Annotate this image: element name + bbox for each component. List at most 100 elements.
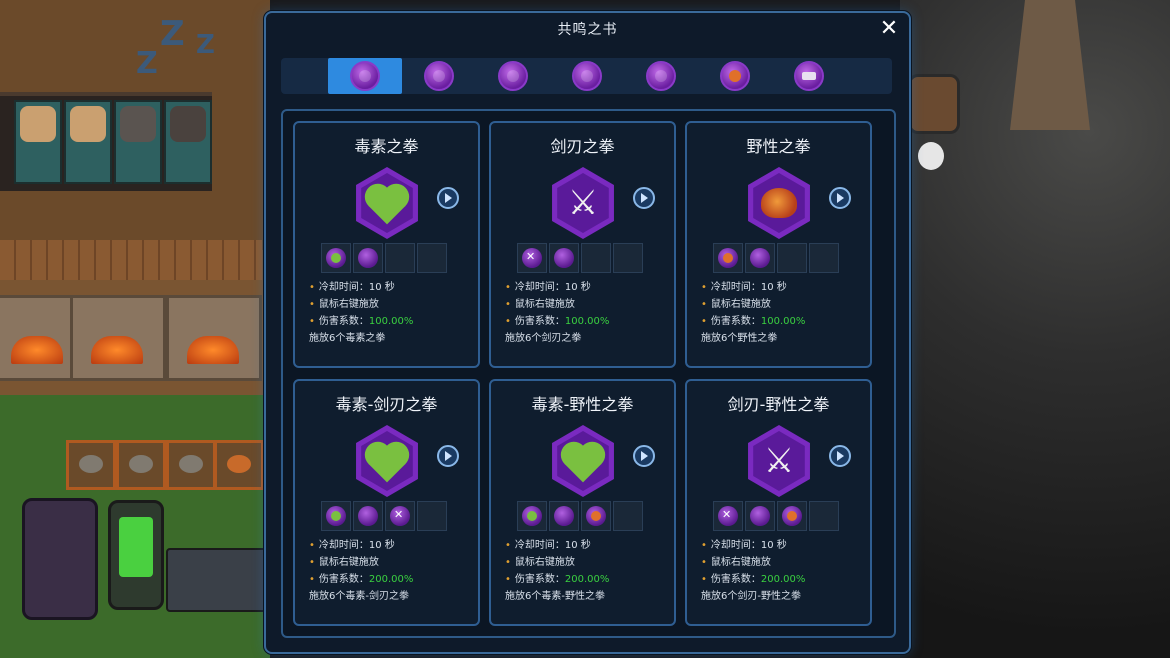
combo-slot (549, 243, 579, 273)
farm-plot[interactable] (66, 440, 116, 490)
cow-pen-slot[interactable] (164, 100, 212, 184)
damage-line: 伤害系数：100.00% (309, 313, 414, 330)
skill-card-title: 野性之拳 (746, 137, 811, 156)
skill-card-toxin-blade-fist[interactable]: 毒素-剑刃之拳 冷却时间：10 秒 鼠标右键施放 伤害系数：200.00% 施放… (293, 379, 480, 626)
purple-orb-icon (498, 61, 528, 91)
skill-card-blade-fist[interactable]: 剑刃之拳 ⚔ 冷却时间：10 秒 鼠标右键施放 伤害系数：100.00% 施放6… (489, 121, 676, 368)
close-icon[interactable]: ✕ (877, 17, 901, 41)
sleep-zzz-icon: Z (196, 30, 215, 60)
cow-pen-slot[interactable] (14, 100, 62, 184)
tab-resonance-2[interactable] (402, 58, 476, 94)
farm-plot[interactable] (166, 440, 216, 490)
skill-card-blade-wild-fist[interactable]: 剑刃-野性之拳 ⚔ 冷却时间：10 秒 鼠标右键施放 伤害系数：200.00% … (685, 379, 872, 626)
heart-emblem-icon (552, 425, 614, 497)
wild-orb-icon (586, 506, 606, 526)
combo-slot (713, 243, 743, 273)
cooldown-text: 冷却时间：10 秒 (309, 537, 413, 554)
panel-title: 共鸣之书 (557, 22, 618, 38)
damage-value: 200.00% (760, 574, 806, 585)
play-icon[interactable] (437, 445, 459, 467)
purple-orb-icon (572, 61, 602, 91)
blade-orb-icon (718, 506, 738, 526)
combo-slot (745, 243, 775, 273)
cooldown-text: 冷却时间：10 秒 (701, 537, 805, 554)
damage-label: 伤害系数： (318, 316, 369, 327)
combo-slots (517, 243, 643, 273)
workbench[interactable] (166, 548, 270, 612)
combo-slots (713, 501, 839, 531)
skill-info: 冷却时间：10 秒 鼠标右键施放 伤害系数：200.00% 施放6个毒素-野性之… (505, 537, 609, 605)
skill-card-title: 毒素-野性之拳 (531, 395, 634, 414)
combo-slots (713, 243, 839, 273)
damage-value: 100.00% (564, 316, 610, 327)
skill-card-toxin-fist[interactable]: 毒素之拳 冷却时间：10 秒 鼠标右键施放 伤害系数：100.00% 施放6个毒… (293, 121, 480, 368)
cow-pen-slot[interactable] (64, 100, 112, 184)
farm-plot[interactable] (214, 440, 264, 490)
action-text: 鼠标右键施放 (505, 296, 609, 313)
cast-text: 施放6个毒素-剑刃之拳 (309, 591, 409, 602)
combo-slot (385, 501, 415, 531)
skill-info: 冷却时间：10 秒 鼠标右键施放 伤害系数：100.00% 施放6个野性之拳 (701, 279, 805, 347)
skill-info: 冷却时间：10 秒 鼠标右键施放 伤害系数：100.00% 施放6个剑刃之拳 (505, 279, 609, 347)
panel-titlebar: 共鸣之书 ✕ (266, 13, 909, 45)
combo-slot (321, 501, 351, 531)
play-icon[interactable] (633, 187, 655, 209)
damage-label: 伤害系数： (710, 316, 761, 327)
combo-slots (321, 501, 447, 531)
skill-card-title: 毒素之拳 (354, 137, 419, 156)
combo-slot (777, 501, 807, 531)
barrel[interactable] (908, 74, 960, 134)
wild-orb-icon (782, 506, 802, 526)
orange-fist-icon (720, 61, 750, 91)
play-icon[interactable] (437, 187, 459, 209)
cast-text: 施放6个剑刃-野性之拳 (701, 591, 801, 602)
damage-line: 伤害系数：100.00% (701, 313, 806, 330)
lamp-post (918, 142, 944, 170)
damage-label: 伤害系数： (710, 574, 761, 585)
wild-orb-icon (718, 248, 738, 268)
combo-slot-empty (613, 243, 643, 273)
cauldron[interactable] (22, 498, 98, 620)
farm-plot[interactable] (116, 440, 166, 490)
combo-slot (353, 243, 383, 273)
combo-slot-empty (777, 243, 807, 273)
cast-text: 施放6个毒素之拳 (309, 333, 386, 344)
play-icon[interactable] (829, 187, 851, 209)
damage-label: 伤害系数： (514, 316, 565, 327)
furnace[interactable] (166, 295, 262, 381)
combo-slot (549, 501, 579, 531)
skill-card-toxin-wild-fist[interactable]: 毒素-野性之拳 冷却时间：10 秒 鼠标右键施放 伤害系数：200.00% 施放… (489, 379, 676, 626)
toxin-orb-icon (326, 248, 346, 268)
action-text: 鼠标右键施放 (309, 296, 413, 313)
furnace[interactable] (70, 295, 166, 381)
combo-slot (581, 501, 611, 531)
damage-line: 伤害系数：200.00% (505, 571, 610, 588)
damage-value: 200.00% (564, 574, 610, 585)
play-icon[interactable] (829, 445, 851, 467)
skill-info: 冷却时间：10 秒 鼠标右键施放 伤害系数：100.00% 施放6个毒素之拳 (309, 279, 413, 347)
tab-resonance-6[interactable] (698, 58, 772, 94)
combo-slot (745, 501, 775, 531)
skill-info: 冷却时间：10 秒 鼠标右键施放 伤害系数：200.00% 施放6个剑刃-野性之… (701, 537, 805, 605)
cow-pen-slot[interactable] (114, 100, 162, 184)
damage-line: 伤害系数：200.00% (309, 571, 414, 588)
tab-resonance-7[interactable] (772, 58, 846, 94)
purple-orb-icon (358, 248, 378, 268)
fence (0, 240, 262, 280)
heart-emblem-icon (356, 167, 418, 239)
tab-resonance-3[interactable] (476, 58, 550, 94)
tab-resonance-4[interactable] (550, 58, 624, 94)
skill-card-grid: 毒素之拳 冷却时间：10 秒 鼠标右键施放 伤害系数：100.00% 施放6个毒… (281, 109, 896, 638)
combo-slot (321, 243, 351, 273)
resonance-book-panel: 共鸣之书 ✕ 毒素之拳 冷却时间：10 秒 鼠标右键施放 伤害系数：1 (264, 11, 911, 654)
tab-resonance-5[interactable] (624, 58, 698, 94)
purple-orb-icon (554, 248, 574, 268)
cooldown-text: 冷却时间：10 秒 (505, 279, 609, 296)
skill-card-title: 毒素-剑刃之拳 (335, 395, 438, 414)
green-tank[interactable] (108, 500, 164, 610)
play-icon[interactable] (633, 445, 655, 467)
blade-orb-icon (390, 506, 410, 526)
tab-resonance-1[interactable] (328, 58, 402, 94)
skill-tab-bar (281, 58, 892, 94)
skill-card-wild-fist[interactable]: 野性之拳 冷却时间：10 秒 鼠标右键施放 伤害系数：100.00% 施放6个野… (685, 121, 872, 368)
